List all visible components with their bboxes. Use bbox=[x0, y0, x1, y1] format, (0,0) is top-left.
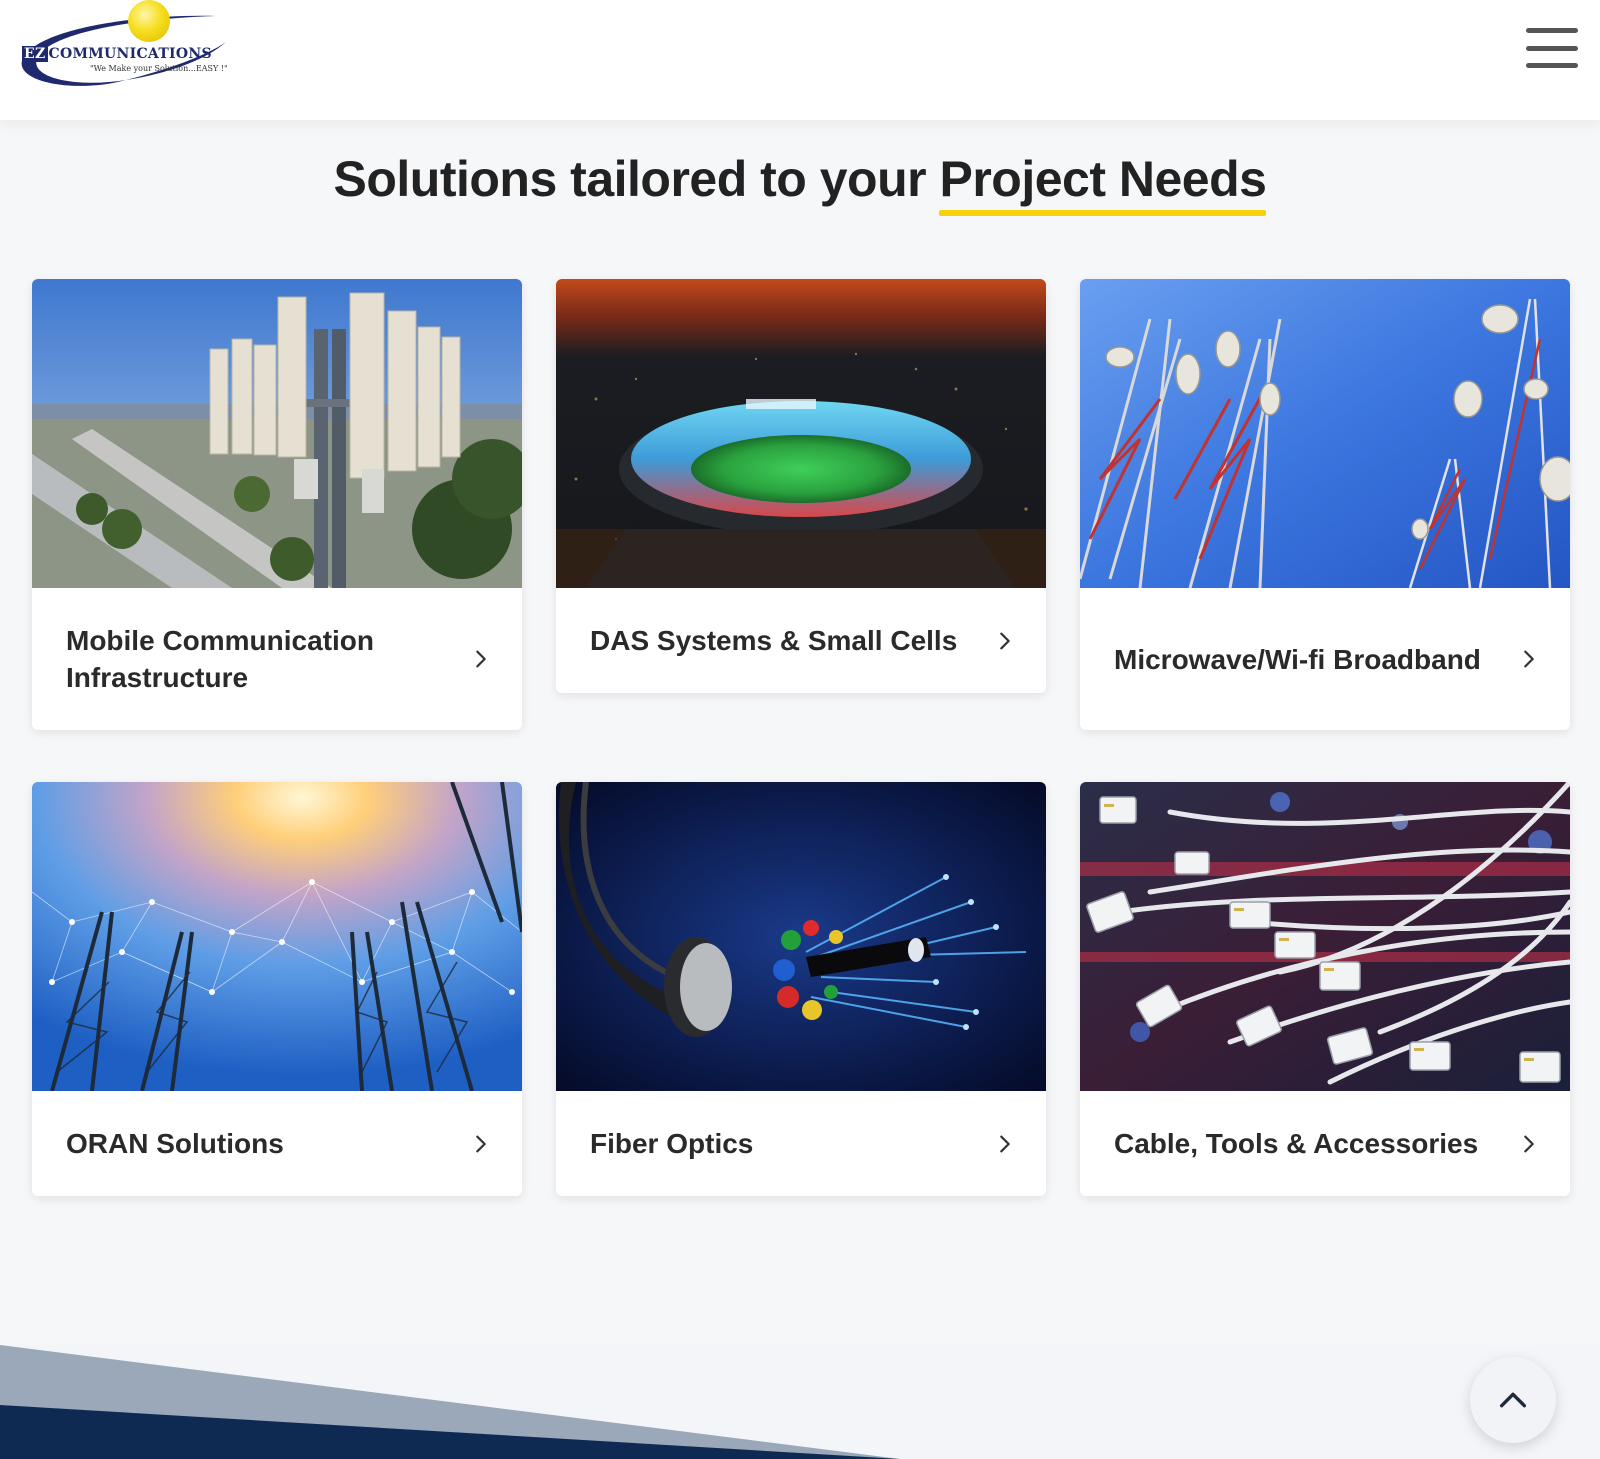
ethernet-cables-photo bbox=[1080, 782, 1570, 1091]
card-body: ORAN Solutions bbox=[32, 1091, 522, 1196]
card-title: Fiber Optics bbox=[590, 1128, 754, 1159]
card-title: ORAN Solutions bbox=[66, 1128, 284, 1159]
logo-ez: EZ bbox=[22, 46, 48, 62]
solution-card-das-small-cells[interactable]: DAS Systems & Small Cells bbox=[556, 279, 1046, 693]
card-body: Cable, Tools & Accessories bbox=[1080, 1091, 1570, 1196]
cell-tower-antennas-photo bbox=[32, 279, 522, 588]
card-body: DAS Systems & Small Cells bbox=[556, 588, 1046, 693]
solution-card-fiber-optics[interactable]: Fiber Optics bbox=[556, 782, 1046, 1196]
solution-card-cable-tools[interactable]: Cable, Tools & Accessories bbox=[1080, 782, 1570, 1196]
headline-emphasis: Project Needs bbox=[939, 150, 1267, 216]
logo-name: COMMUNICATIONS bbox=[48, 46, 212, 62]
company-logo[interactable]: EZ COMMUNICATIONS "We Make your Solution.… bbox=[12, 0, 232, 92]
stadium-at-night-photo bbox=[556, 279, 1046, 588]
card-title: DAS Systems & Small Cells bbox=[590, 625, 958, 656]
logo-sun bbox=[128, 0, 170, 42]
menu-bar bbox=[1526, 45, 1578, 51]
chevron-up-icon bbox=[1499, 1392, 1527, 1408]
site-header: EZ COMMUNICATIONS "We Make your Solution.… bbox=[0, 0, 1600, 120]
card-body: Fiber Optics bbox=[556, 1091, 1046, 1196]
hamburger-menu-icon[interactable] bbox=[1524, 24, 1580, 72]
chevron-right-icon bbox=[1524, 650, 1534, 668]
chevron-right-icon bbox=[1000, 632, 1010, 649]
network-towers-sunlight-photo bbox=[32, 782, 522, 1091]
back-to-top-button[interactable] bbox=[1470, 1357, 1556, 1443]
solution-card-microwave-wifi[interactable]: Microwave/Wi-fi Broadband bbox=[1080, 279, 1570, 730]
menu-bar bbox=[1526, 63, 1578, 68]
headline-regular: Solutions tailored to your bbox=[333, 151, 940, 207]
footer-wave-decoration bbox=[0, 1345, 1600, 1459]
logo-tagline: "We Make your Solution...EASY !" bbox=[90, 64, 228, 73]
logo-wordmark: EZ COMMUNICATIONS bbox=[22, 46, 212, 62]
solution-card-mobile-infrastructure[interactable]: Mobile Communication Infrastructure bbox=[32, 279, 522, 730]
card-body: Mobile Communication Infrastructure bbox=[32, 588, 522, 730]
solution-card-oran[interactable]: ORAN Solutions bbox=[32, 782, 522, 1196]
card-body: Microwave/Wi-fi Broadband bbox=[1080, 588, 1570, 730]
chevron-right-icon bbox=[1000, 1135, 1010, 1152]
microwave-towers-blue-sky-photo bbox=[1080, 279, 1570, 588]
fiber-optic-cable-photo bbox=[556, 782, 1046, 1091]
chevron-right-icon bbox=[476, 1135, 486, 1152]
card-title: Mobile Communication Infrastructure bbox=[66, 625, 374, 693]
section-headline: Solutions tailored to your Project Needs bbox=[0, 150, 1600, 216]
card-title: Microwave/Wi-fi Broadband bbox=[1114, 643, 1481, 675]
card-title: Cable, Tools & Accessories bbox=[1114, 1128, 1479, 1159]
chevron-right-icon bbox=[476, 650, 486, 668]
chevron-right-icon bbox=[1524, 1135, 1534, 1152]
menu-bar bbox=[1526, 28, 1578, 33]
